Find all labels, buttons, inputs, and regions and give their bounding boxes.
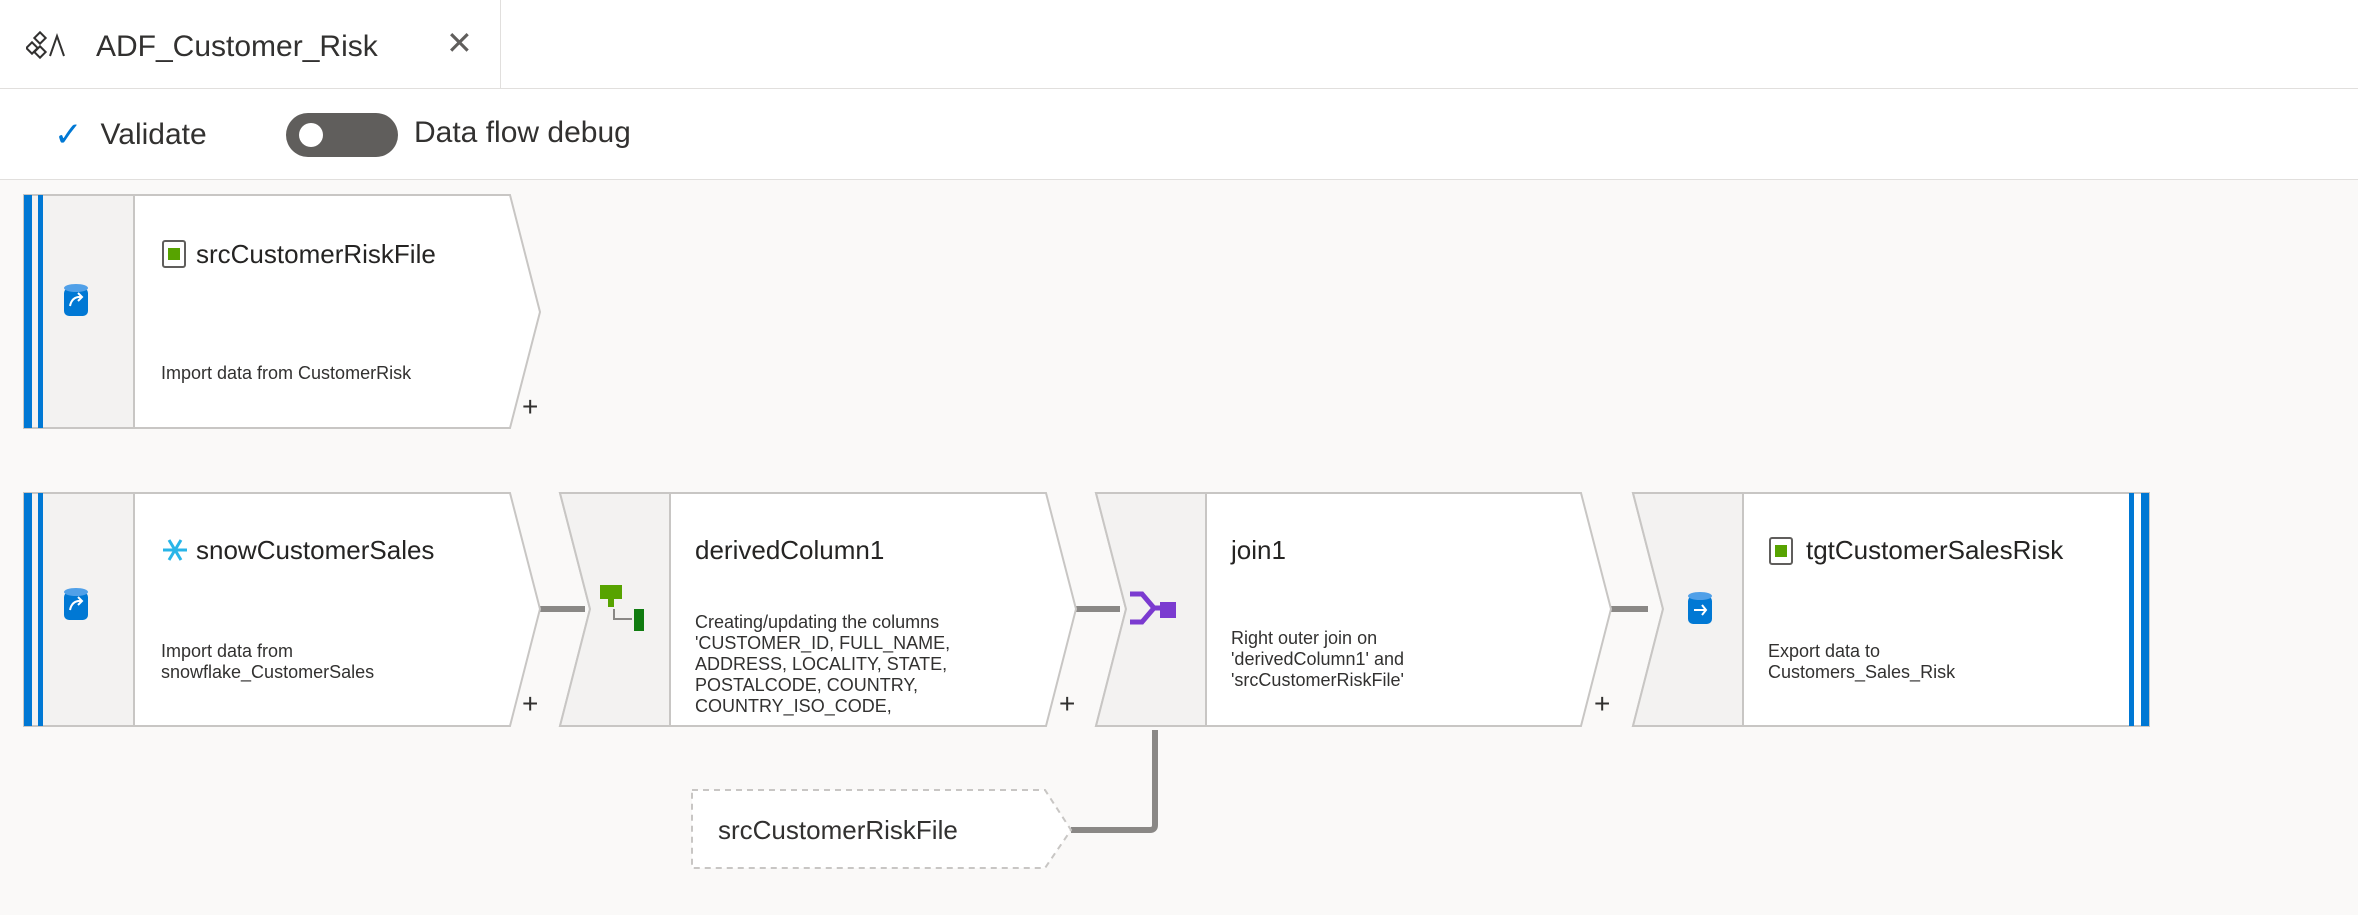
file-icon (1769, 537, 1793, 565)
node-title-src-customer-risk-file: srcCustomerRiskFile (196, 239, 436, 269)
node-title-derived-column: derivedColumn1 (695, 535, 885, 565)
desc-line: 'derivedColumn1' and (1231, 649, 1404, 669)
source-node-src-customer-risk-file[interactable] (23, 194, 542, 429)
source-icon (64, 588, 88, 620)
source-icon (64, 284, 88, 316)
sink-icon (1688, 592, 1712, 624)
desc-line: POSTALCODE, COUNTRY, (695, 675, 919, 695)
data-flow-graph (23, 194, 2150, 869)
node-desc-tgt-customer-sales-risk: Export data to Customers_Sales_Risk (1768, 641, 2108, 683)
desc-line: 'srcCustomerRiskFile' (1231, 670, 1404, 690)
desc-line: 'CUSTOMER_ID, FULL_NAME, (695, 633, 951, 653)
add-transformation-button[interactable]: + (522, 393, 538, 421)
node-desc-join: Right outer join on 'derivedColumn1' and… (1231, 628, 1561, 691)
desc-line: Import data from (161, 641, 294, 661)
node-title-snow-customer-sales: snowCustomerSales (196, 535, 435, 565)
node-title-join: join1 (1231, 535, 1286, 565)
desc-line: Export data to (1768, 641, 1881, 661)
desc-line: snowflake_CustomerSales (161, 662, 375, 682)
transform-node-join[interactable] (1094, 492, 1613, 727)
node-title-tgt-customer-sales-risk: tgtCustomerSalesRisk (1806, 535, 2064, 565)
source-node-snow-customer-sales[interactable] (23, 492, 542, 727)
node-desc-src-customer-risk-file: Import data from CustomerRisk (161, 363, 511, 384)
add-transformation-button[interactable]: + (1594, 690, 1610, 718)
add-transformation-button[interactable]: + (1059, 690, 1075, 718)
desc-line: Customers_Sales_Risk (1768, 662, 1956, 682)
sink-node-tgt-customer-sales-risk[interactable] (1631, 492, 2150, 727)
file-icon (162, 240, 186, 268)
desc-line: Creating/updating the columns (695, 612, 940, 632)
join-reference-label: srcCustomerRiskFile (718, 815, 958, 845)
add-transformation-button[interactable]: + (522, 690, 538, 718)
node-desc-snow-customer-sales: Import data from snowflake_CustomerSales (161, 641, 501, 683)
desc-line: COUNTRY_ISO_CODE, (695, 696, 892, 716)
desc-line: Import data from CustomerRisk (161, 363, 412, 383)
desc-line: ADDRESS, LOCALITY, STATE, (695, 654, 948, 674)
desc-line: Right outer join on (1231, 628, 1378, 648)
node-desc-derived-column: Creating/updating the columns 'CUSTOMER_… (695, 612, 1055, 722)
